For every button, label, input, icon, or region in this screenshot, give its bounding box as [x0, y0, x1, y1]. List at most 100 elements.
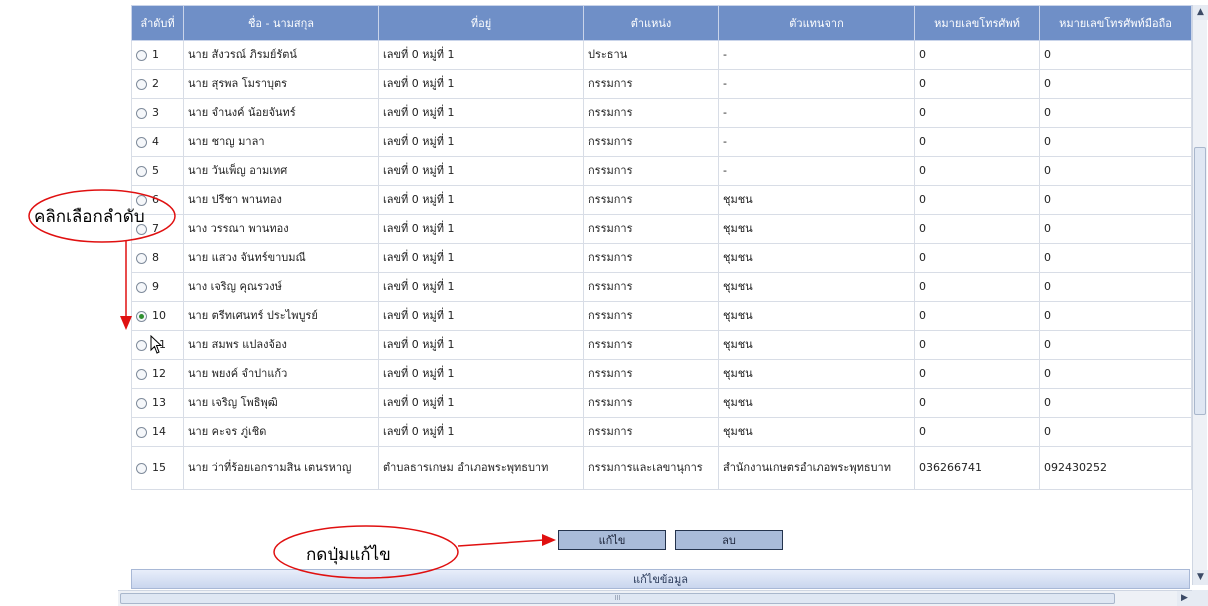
cell-address: ตำบลธารเกษม อำเภอพระพุทธบาท	[378, 446, 584, 490]
cell-seq: 4	[131, 127, 184, 157]
cell-mobile: 0	[1039, 301, 1192, 331]
row-select-radio[interactable]	[136, 397, 147, 409]
cell-position: กรรมการ	[583, 127, 719, 157]
row-select-radio[interactable]	[136, 462, 147, 474]
header-address[interactable]: ที่อยู่	[378, 5, 584, 41]
cell-from: ชุมชน	[718, 272, 915, 302]
header-phone[interactable]: หมายเลขโทรศัพท์	[914, 5, 1040, 41]
vertical-scrollbar[interactable]: ▲ ▼	[1192, 5, 1208, 585]
table-row[interactable]: 7 นาง วรรณา พานทอง เลขที่ 0 หมู่ที่ 1 กรรมก…	[131, 214, 1192, 244]
cell-position: กรรมการ	[583, 156, 719, 186]
cell-from: -	[718, 127, 915, 157]
cell-address: เลขที่ 0 หมู่ที่ 1	[378, 243, 584, 273]
row-select-radio[interactable]	[136, 368, 147, 380]
cell-position: กรรมการ	[583, 330, 719, 360]
row-select-radio[interactable]	[136, 107, 147, 119]
cell-address: เลขที่ 0 หมู่ที่ 1	[378, 156, 584, 186]
row-select-radio[interactable]	[136, 49, 147, 61]
cell-position: กรรมการ	[583, 214, 719, 244]
row-seq-number: 1	[152, 48, 159, 61]
table-row[interactable]: 10 นาย ตรีทเศนทร์ ประไพบูรย์ เลขที่ 0 หมู่…	[131, 301, 1192, 331]
row-seq-number: 6	[152, 193, 159, 206]
cell-mobile: 0	[1039, 69, 1192, 99]
cell-name: นาย ปรีชา พานทอง	[183, 185, 379, 215]
row-seq-number: 12	[152, 367, 166, 380]
cell-name: นาย สมพร แปลงจ้อง	[183, 330, 379, 360]
header-mobile[interactable]: หมายเลขโทรศัพท์มือถือ	[1039, 5, 1192, 41]
cell-address: เลขที่ 0 หมู่ที่ 1	[378, 359, 584, 389]
table-row[interactable]: 5 นาย วันเพ็ญ อามเทศ เลขที่ 0 หมู่ที่ 1 กรร…	[131, 156, 1192, 186]
table-row[interactable]: 6 นาย ปรีชา พานทอง เลขที่ 0 หมู่ที่ 1 กรรมก…	[131, 185, 1192, 215]
cell-from: ชุมชน	[718, 359, 915, 389]
row-seq-number: 10	[152, 309, 166, 322]
vertical-scroll-thumb[interactable]	[1194, 147, 1206, 415]
press-edit-annotation: กดปุ่มแก้ไข	[306, 545, 391, 565]
cell-position: กรรมการ	[583, 69, 719, 99]
row-select-radio[interactable]	[136, 281, 147, 293]
cell-mobile: 0	[1039, 272, 1192, 302]
cell-address: เลขที่ 0 หมู่ที่ 1	[378, 388, 584, 418]
scroll-up-icon[interactable]: ▲	[1193, 5, 1208, 20]
header-seq[interactable]: ลำดับที่	[131, 5, 184, 41]
cell-position: กรรมการและเลขานุการ	[583, 446, 719, 490]
row-select-radio[interactable]	[136, 310, 147, 322]
table-row[interactable]: 15 นาย ว่าที่ร้อยเอกรามสิน เตนรหาญ ตำบลธาร…	[131, 446, 1192, 490]
row-select-radio[interactable]	[136, 136, 147, 148]
table-row[interactable]: 3 นาย จำนงค์ น้อยจันทร์ เลขที่ 0 หมู่ที่ 1…	[131, 98, 1192, 128]
row-select-radio[interactable]	[136, 78, 147, 90]
cell-from: -	[718, 156, 915, 186]
scroll-right-icon[interactable]: ▶	[1177, 591, 1192, 606]
scroll-down-icon[interactable]: ▼	[1193, 570, 1208, 585]
member-table: ลำดับที่ ชื่อ - นามสกุล ที่อยู่ ตำแหน่ง …	[131, 5, 1192, 490]
row-seq-number: 14	[152, 425, 166, 438]
table-row[interactable]: 9 นาง เจริญ คุณรวงษ์ เลขที่ 0 หมู่ที่ 1 กรร…	[131, 272, 1192, 302]
cell-from: ชุมชน	[718, 301, 915, 331]
cell-seq: 9	[131, 272, 184, 302]
cell-phone: 0	[914, 388, 1040, 418]
table-row[interactable]: 12 นาย พยงค์ จำปาแก้ว เลขที่ 0 หมู่ที่ 1 กร…	[131, 359, 1192, 389]
cell-seq: 3	[131, 98, 184, 128]
cell-position: กรรมการ	[583, 243, 719, 273]
table-row[interactable]: 14 นาย คะจร ภู่เชิด เลขที่ 0 หมู่ที่ 1 กรรม…	[131, 417, 1192, 447]
row-select-radio[interactable]	[136, 252, 147, 264]
cell-phone: 0	[914, 272, 1040, 302]
cell-name: นาง เจริญ คุณรวงษ์	[183, 272, 379, 302]
cell-from: ชุมชน	[718, 417, 915, 447]
cell-name: นาย สังวรณ์ ภิรมย์รัตน์	[183, 40, 379, 70]
table-row[interactable]: 11นาย สมพร แปลงจ้องเลขที่ 0 หมู่ที่ 1กรร…	[131, 330, 1192, 360]
row-seq-number: 4	[152, 135, 159, 148]
header-name[interactable]: ชื่อ - นามสกุล	[183, 5, 379, 41]
cell-seq: 8	[131, 243, 184, 273]
table-row[interactable]: 13 นาย เจริญ โพธิพุฒิ เลขที่ 0 หมู่ที่ 1 กร…	[131, 388, 1192, 418]
cell-address: เลขที่ 0 หมู่ที่ 1	[378, 69, 584, 99]
row-select-radio[interactable]	[136, 165, 147, 177]
cell-mobile: 0	[1039, 185, 1192, 215]
table-row[interactable]: 1 นาย สังวรณ์ ภิรมย์รัตน์ เลขที่ 0 หมู่ที่…	[131, 40, 1192, 70]
cell-position: กรรมการ	[583, 272, 719, 302]
cell-position: กรรมการ	[583, 185, 719, 215]
table-row[interactable]: 2 นาย สุรพล โมราบุตร เลขที่ 0 หมู่ที่ 1 กรร…	[131, 69, 1192, 99]
cell-seq: 2	[131, 69, 184, 99]
row-select-radio[interactable]	[136, 339, 147, 351]
scrollbar-corner	[1192, 590, 1208, 606]
header-from[interactable]: ตัวแทนจาก	[718, 5, 915, 41]
table-row[interactable]: 4 นาย ชาญ มาลา เลขที่ 0 หมู่ที่ 1 กรรมการ -0…	[131, 127, 1192, 157]
table-row[interactable]: 8 นาย แสวง จันทร์ขาบมณี เลขที่ 0 หมู่ที่ 1…	[131, 243, 1192, 273]
row-select-radio[interactable]	[136, 426, 147, 438]
horizontal-scroll-thumb[interactable]: III	[120, 593, 1115, 604]
edit-button[interactable]: แก้ไข	[558, 530, 666, 550]
cell-address: เลขที่ 0 หมู่ที่ 1	[378, 185, 584, 215]
delete-button[interactable]: ลบ	[675, 530, 783, 550]
cell-phone: 0	[914, 359, 1040, 389]
cell-seq: 13	[131, 388, 184, 418]
cell-from: -	[718, 40, 915, 70]
cell-name: นาย ตรีทเศนทร์ ประไพบูรย์	[183, 301, 379, 331]
header-position[interactable]: ตำแหน่ง	[583, 5, 719, 41]
horizontal-scrollbar[interactable]: III ▶	[118, 590, 1192, 606]
cell-mobile: 0	[1039, 127, 1192, 157]
edit-data-section-bar: แก้ไขข้อมูล	[131, 569, 1190, 589]
cell-from: ชุมชน	[718, 185, 915, 215]
cell-address: เลขที่ 0 หมู่ที่ 1	[378, 272, 584, 302]
cell-phone: 0	[914, 127, 1040, 157]
cell-from: สำนักงานเกษตรอำเภอพระพุทธบาท	[718, 446, 915, 490]
